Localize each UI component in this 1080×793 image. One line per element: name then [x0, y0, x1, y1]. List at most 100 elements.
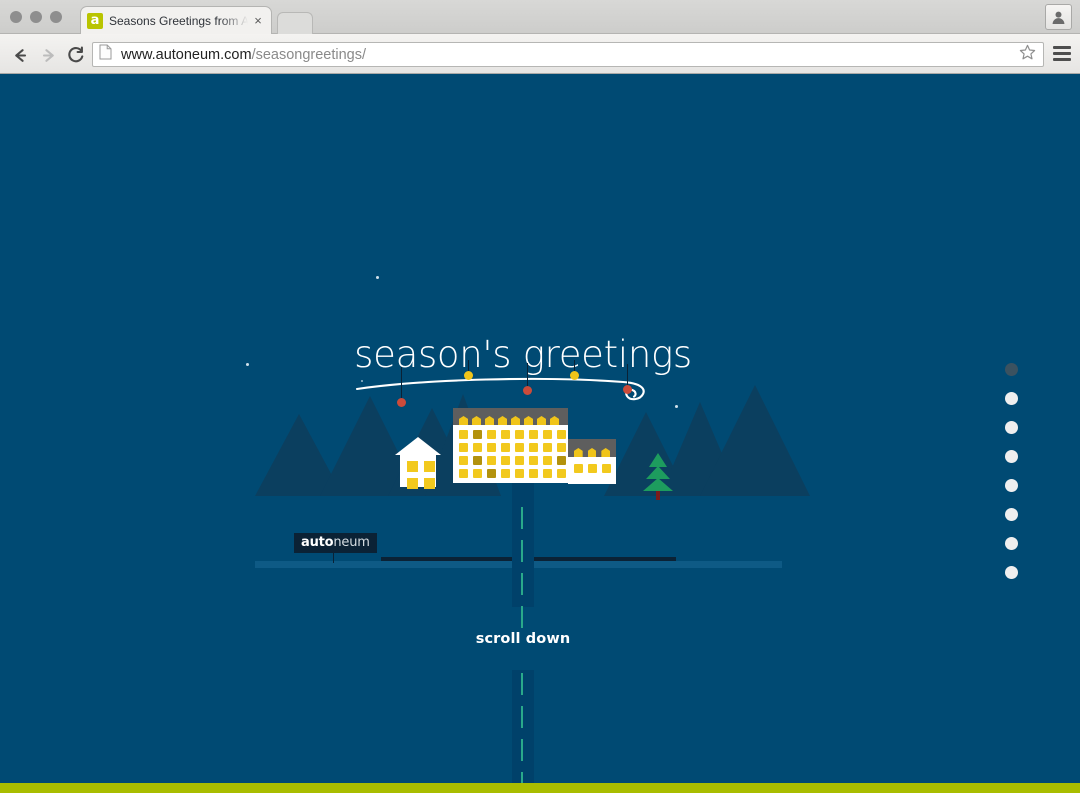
- tab-favicon-icon: a: [87, 12, 103, 29]
- building-window: [557, 456, 566, 465]
- building-window: [543, 430, 552, 439]
- main-building-body: [453, 425, 568, 483]
- scroll-dash: [521, 706, 523, 728]
- building-window: [501, 430, 510, 439]
- background-mountain: [700, 382, 810, 496]
- browser-tab[interactable]: a Seasons Greetings from Au ×: [80, 6, 272, 34]
- url-path: /seasongreetings/: [251, 46, 367, 63]
- scroll-dash: [521, 606, 523, 628]
- nav-dot-8[interactable]: [1005, 566, 1018, 579]
- tree-trunk: [656, 491, 660, 500]
- back-arrow-icon[interactable]: [8, 43, 32, 67]
- ornament-ball: [623, 385, 632, 394]
- url-text: www.autoneum.com/seasongreetings/: [121, 47, 1019, 63]
- address-bar[interactable]: www.autoneum.com/seasongreetings/: [92, 42, 1044, 67]
- ornament-ball: [464, 371, 473, 380]
- person-avatar-icon[interactable]: [1045, 4, 1072, 30]
- scroll-track-upper: [512, 483, 534, 607]
- building-window: [473, 469, 482, 478]
- building-window: [529, 443, 538, 452]
- roof-window: [472, 416, 481, 425]
- nav-dot-7[interactable]: [1005, 537, 1018, 550]
- tab-strip: a Seasons Greetings from Au ×: [0, 0, 1080, 34]
- nav-dot-3[interactable]: [1005, 421, 1018, 434]
- roof-window: [601, 448, 611, 457]
- scroll-down-label[interactable]: scroll down: [0, 631, 1046, 647]
- forward-arrow-icon: [36, 43, 60, 67]
- page-viewport: season's greetings autoneum scroll down: [0, 75, 1080, 793]
- new-tab-button[interactable]: [277, 12, 313, 34]
- main-building-roof: [453, 408, 568, 425]
- close-window-button[interactable]: [10, 11, 22, 23]
- minimize-window-button[interactable]: [30, 11, 42, 23]
- building-window: [529, 430, 538, 439]
- building-window: [459, 430, 468, 439]
- nav-dot-4[interactable]: [1005, 450, 1018, 463]
- nav-dot-2[interactable]: [1005, 392, 1018, 405]
- house-window: [424, 478, 435, 489]
- scroll-dash: [521, 772, 523, 783]
- ornament-ball: [397, 398, 406, 407]
- url-domain: www.autoneum.com: [121, 46, 252, 63]
- christmas-tree: [643, 450, 673, 500]
- roof-window: [498, 416, 507, 425]
- main-building-windows: [453, 425, 568, 483]
- building-window: [574, 464, 583, 473]
- tree-tier: [643, 475, 673, 491]
- roof-window: [459, 416, 468, 425]
- building-window: [487, 456, 496, 465]
- maximize-window-button[interactable]: [50, 11, 62, 23]
- building-window: [501, 443, 510, 452]
- building-window: [473, 456, 482, 465]
- roof-window: [485, 416, 494, 425]
- building-window: [515, 443, 524, 452]
- tab-title: Seasons Greetings from Au: [109, 13, 251, 28]
- autoneum-logo: autoneum: [294, 533, 377, 553]
- building-window: [529, 456, 538, 465]
- nav-dot-6[interactable]: [1005, 508, 1018, 521]
- building-window: [602, 464, 611, 473]
- scroll-dash: [521, 673, 523, 695]
- roof-window: [574, 448, 583, 457]
- browser-toolbar: www.autoneum.com/seasongreetings/: [0, 34, 1080, 74]
- building-window: [557, 430, 566, 439]
- building-window: [487, 443, 496, 452]
- building-window: [588, 464, 597, 473]
- roof-window: [537, 416, 546, 425]
- building-window: [459, 469, 468, 478]
- building-window: [543, 469, 552, 478]
- logo-pole: [333, 547, 334, 563]
- building-window: [487, 469, 496, 478]
- browser-window: a Seasons Greetings from Au × www.autone…: [0, 0, 1080, 793]
- building-window: [487, 430, 496, 439]
- ornament-ball: [570, 371, 579, 380]
- building-window: [557, 469, 566, 478]
- main-building: [453, 408, 568, 483]
- small-house: [395, 437, 441, 489]
- scroll-dash: [521, 573, 523, 595]
- ornament-ball: [523, 386, 532, 395]
- roof-window: [511, 416, 520, 425]
- building-window: [473, 443, 482, 452]
- close-tab-icon[interactable]: ×: [251, 13, 265, 28]
- building-window: [515, 456, 524, 465]
- building-window: [529, 469, 538, 478]
- house-window: [424, 461, 435, 472]
- reload-icon[interactable]: [64, 43, 88, 67]
- right-building-roof: [568, 439, 616, 457]
- star-icon[interactable]: [1019, 44, 1037, 66]
- hamburger-menu-icon[interactable]: [1053, 46, 1071, 61]
- building-window: [501, 456, 510, 465]
- scroll-dash: [521, 540, 523, 562]
- house-roof: [395, 437, 441, 455]
- page-document-icon: [99, 44, 113, 65]
- house-window: [407, 461, 418, 472]
- nav-dot-5[interactable]: [1005, 479, 1018, 492]
- building-window: [459, 443, 468, 452]
- roof-window: [587, 448, 597, 457]
- ornament-wire: [401, 367, 402, 400]
- bottom-accent-bar: [0, 783, 1080, 793]
- nav-dot-1[interactable]: [1005, 363, 1018, 376]
- building-window: [473, 430, 482, 439]
- building-window: [515, 430, 524, 439]
